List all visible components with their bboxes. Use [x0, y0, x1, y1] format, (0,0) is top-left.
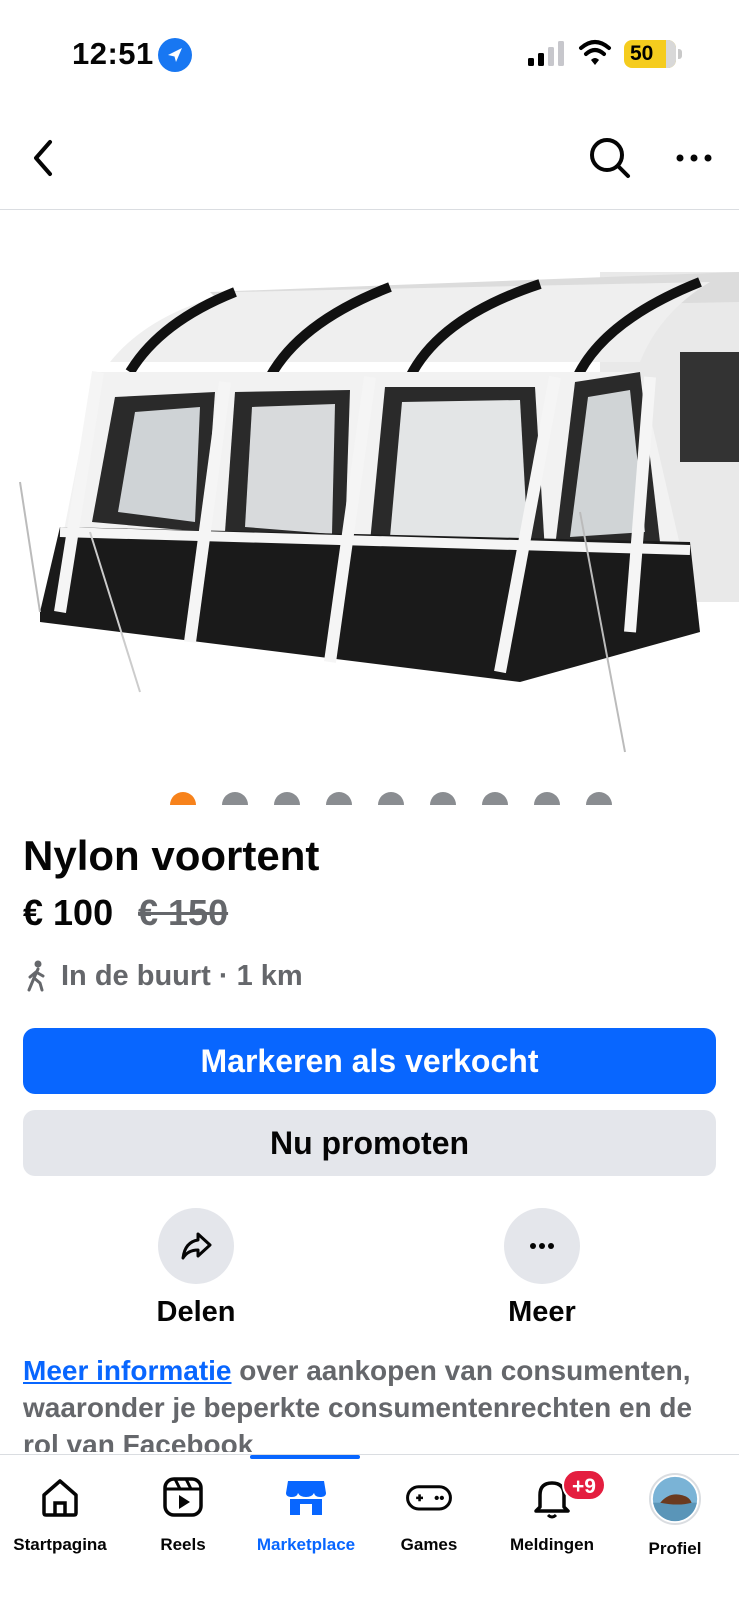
tab-marketplace-label: Marketplace [256, 1535, 356, 1554]
awning-photo [19, 272, 739, 753]
status-time: 12:51 [72, 36, 154, 71]
more-horizontal-icon[interactable] [672, 140, 716, 176]
tab-reels-label: Reels [160, 1535, 206, 1554]
more-action[interactable]: Meer [462, 1208, 622, 1329]
more-label: Meer [508, 1296, 576, 1328]
product-image[interactable] [0, 212, 739, 788]
wifi-icon [579, 40, 611, 65]
tab-home-label: Startpagina [13, 1535, 107, 1554]
battery-indicator: 50 [624, 40, 682, 68]
gamepad-icon [406, 1485, 452, 1511]
tab-home[interactable]: Startpagina [0, 1473, 122, 1555]
dots-mask [0, 805, 739, 825]
mark-as-sold-button[interactable]: Markeren als verkocht [23, 1028, 716, 1094]
tab-games[interactable]: Games [367, 1473, 491, 1555]
walking-person-icon [27, 960, 45, 992]
tab-reels[interactable]: Reels [121, 1473, 245, 1555]
share-label: Delen [156, 1296, 236, 1328]
location-arrow-icon [158, 38, 192, 72]
share-icon-circle[interactable] [158, 1208, 234, 1284]
chevron-left-icon[interactable] [26, 134, 62, 182]
product-old-price: € 150 [138, 892, 229, 933]
tab-notifications-label: Meldingen [509, 1535, 595, 1554]
product-price: € 100 [23, 892, 114, 933]
reels-icon [163, 1477, 203, 1517]
tab-profile-label: Profiel [648, 1539, 702, 1558]
more-icon-circle[interactable] [504, 1208, 580, 1284]
tab-notifications[interactable]: +9 Meldingen [490, 1469, 614, 1555]
battery-empty-part [666, 40, 676, 68]
product-title: Nylon voortent [23, 832, 320, 879]
notification-badge: +9 [562, 1469, 606, 1501]
share-icon [181, 1232, 212, 1260]
more-horizontal-icon [530, 1243, 554, 1249]
top-navigation [0, 110, 739, 210]
tab-games-label: Games [400, 1535, 458, 1554]
active-tab-indicator [250, 1455, 360, 1459]
battery-level: 50 [630, 42, 654, 65]
status-bar: 12:51 50 [0, 0, 739, 100]
tab-profile[interactable]: Profiel [613, 1473, 737, 1559]
location-row: In de buurt · 1 km [23, 958, 303, 994]
bottom-tab-bar: Startpagina Reels Marketplace Games +9 M… [0, 1454, 739, 1600]
consumer-info-text: Meer informatie over aankopen van consum… [23, 1352, 716, 1452]
marketplace-icon [286, 1481, 326, 1515]
promote-now-button[interactable]: Nu promoten [23, 1110, 716, 1176]
more-info-link[interactable]: Meer informatie [23, 1355, 232, 1386]
location-distance: In de buurt · 1 km [61, 959, 303, 992]
search-icon[interactable] [586, 134, 634, 182]
share-action[interactable]: Delen [116, 1208, 276, 1329]
tab-marketplace[interactable]: Marketplace [244, 1473, 368, 1555]
cellular-signal-icon [528, 41, 564, 66]
avatar [649, 1473, 701, 1525]
home-icon [42, 1479, 78, 1517]
